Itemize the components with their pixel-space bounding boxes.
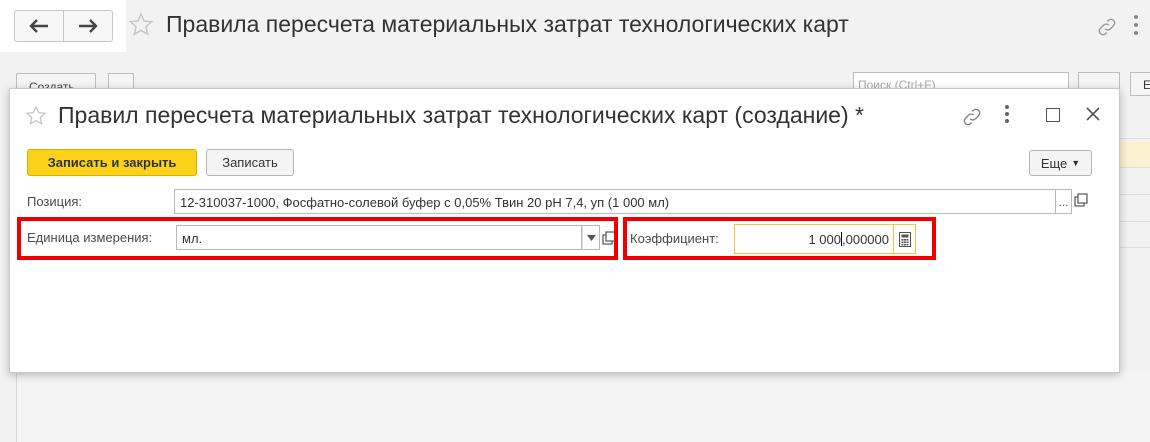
more-vertical-icon[interactable] xyxy=(1004,104,1010,129)
list-area xyxy=(16,372,1150,442)
arrow-right-icon xyxy=(79,19,98,33)
link-icon[interactable] xyxy=(961,106,983,133)
list-row-selected[interactable] xyxy=(1119,142,1150,168)
more-button-label: Еще xyxy=(1040,155,1068,171)
highlight-frame-unit xyxy=(17,217,618,260)
list-row[interactable] xyxy=(1119,196,1150,222)
close-icon[interactable] xyxy=(1084,105,1102,128)
e-button[interactable]: Е xyxy=(1130,72,1150,96)
highlight-frame-coefficient xyxy=(623,217,936,260)
nav-buttons xyxy=(0,0,126,52)
save-and-close-button[interactable]: Записать и закрыть xyxy=(27,149,197,176)
more-vertical-icon[interactable] xyxy=(1133,14,1139,41)
arrow-left-icon xyxy=(29,19,48,33)
position-label: Позиция: xyxy=(27,194,83,209)
dialog-title: Правил пересчета материальных затрат тех… xyxy=(58,102,864,128)
list-row[interactable] xyxy=(1119,222,1150,248)
list-row[interactable] xyxy=(1119,169,1150,195)
select-button[interactable]: ... xyxy=(1056,189,1072,214)
forward-button[interactable] xyxy=(63,10,113,42)
caret-down-icon: ▼ xyxy=(1071,158,1081,168)
save-button[interactable]: Записать xyxy=(206,149,294,176)
maximize-icon[interactable] xyxy=(1046,108,1060,122)
link-icon[interactable] xyxy=(1096,16,1118,43)
favorite-star-icon[interactable] xyxy=(128,12,154,43)
position-field[interactable]: 12-310037-1000, Фосфатно-солевой буфер с… xyxy=(174,189,1056,214)
list-header xyxy=(1119,113,1150,139)
create-dialog: Правил пересчета материальных затрат тех… xyxy=(9,88,1120,373)
back-button[interactable] xyxy=(14,10,64,42)
more-button[interactable]: Еще ▼ xyxy=(1029,150,1092,176)
main-window-title: Правила пересчета материальных затрат те… xyxy=(166,11,849,37)
open-icon[interactable] xyxy=(1074,193,1088,212)
favorite-star-icon[interactable] xyxy=(25,105,47,132)
